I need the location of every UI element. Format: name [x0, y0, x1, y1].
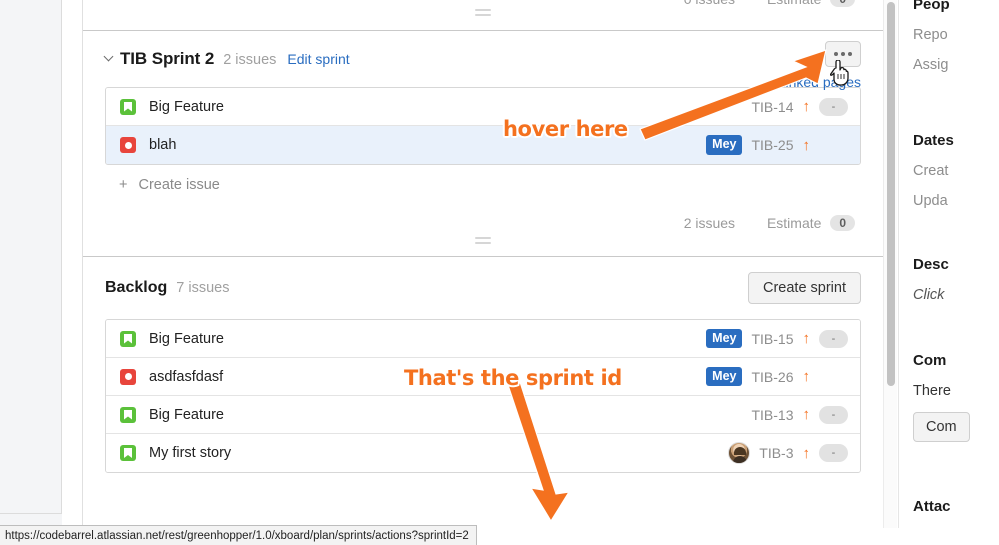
priority-up-arrow-icon: ↑: [802, 136, 811, 154]
resize-grip-icon[interactable]: [475, 9, 491, 16]
sprint-footer-estimate-value: 0: [830, 215, 855, 231]
ellipsis-icon-dot: [834, 52, 838, 56]
estimate-pill[interactable]: -: [819, 444, 848, 462]
issue-key[interactable]: TIB-13: [751, 407, 793, 423]
left-sidebar-rail: [0, 0, 62, 528]
story-icon: [120, 445, 136, 461]
story-icon: [120, 98, 136, 115]
description-heading: Desc: [913, 256, 949, 273]
assignee-initials-avatar[interactable]: Mey: [706, 366, 743, 387]
sprint-name: TIB Sprint 2: [120, 49, 215, 68]
issue-title: Big Feature: [149, 98, 224, 115]
issue-title: My first story: [149, 445, 232, 461]
resize-grip-icon[interactable]: [475, 237, 491, 244]
add-comment-button[interactable]: Com: [913, 412, 970, 442]
previous-sprint-estimate-label: Estimate: [767, 0, 821, 7]
sprint-issue-count: 2 issues: [223, 52, 277, 68]
estimate-placeholder: [819, 136, 848, 154]
priority-up-arrow-icon: ↑: [802, 444, 811, 462]
sprint-header: TIB Sprint 22 issues Edit sprint Linked p…: [83, 31, 883, 90]
issue-key[interactable]: TIB-14: [751, 99, 793, 115]
issue-row-meta: Mey TIB-15 ↑ -: [706, 328, 848, 349]
previous-sprint-issue-count: 0 issues: [684, 0, 735, 7]
people-heading: Peop: [913, 0, 950, 13]
issue-title: Big Feature: [149, 406, 224, 423]
ellipsis-icon-dot: [848, 52, 852, 56]
create-issue-label: Create issue: [138, 177, 220, 193]
issue-row[interactable]: blah Mey TIB-25 ↑: [106, 126, 860, 164]
backlog-issue-count: 7 issues: [176, 280, 230, 296]
issue-row[interactable]: Big Feature Mey TIB-15 ↑ -: [106, 320, 860, 358]
issue-detail-panel: Peop Repo Assig Dates Creat Upda Desc Cl…: [898, 0, 999, 528]
issue-row-meta: TIB-13 ↑ -: [751, 405, 848, 424]
estimate-pill[interactable]: -: [819, 97, 848, 116]
issue-row-meta: Mey TIB-25 ↑: [706, 135, 848, 155]
vertical-scrollbar-thumb[interactable]: [887, 2, 895, 386]
status-bar-url: https://codebarrel.atlassian.net/rest/gr…: [0, 525, 477, 545]
issue-row-meta: TIB-14 ↑ -: [751, 97, 848, 116]
description-placeholder[interactable]: Click: [913, 287, 944, 303]
previous-sprint-stats: 0 issues Estimate 0: [684, 0, 855, 7]
issue-row-meta: TIB-3 ↑ -: [728, 442, 848, 464]
issue-key[interactable]: TIB-26: [751, 369, 793, 385]
dates-heading: Dates: [913, 132, 954, 149]
create-issue-button[interactable]: + Create issue: [83, 165, 883, 203]
assignee-photo-avatar[interactable]: [728, 442, 751, 464]
issue-title: Big Feature: [149, 330, 224, 347]
created-label: Creat: [913, 163, 949, 179]
sprint-section: TIB Sprint 22 issues Edit sprint Linked p…: [83, 31, 883, 257]
priority-up-arrow-icon: ↑: [802, 330, 811, 347]
issue-title: asdfasfdasf: [149, 368, 224, 385]
app-root: » 0 issues Estimate 0 TIB Sprint 22 issu…: [0, 0, 999, 545]
issue-key[interactable]: TIB-15: [751, 331, 793, 347]
sprint-footer-estimate-label: Estimate: [766, 215, 822, 231]
backlog-title: Backlog: [105, 279, 168, 296]
rail-gap-column: [62, 0, 83, 528]
issue-row[interactable]: asdfasfdasf Mey TIB-26 ↑: [106, 358, 860, 396]
vertical-scrollbar-track[interactable]: [883, 0, 897, 528]
sprint-issue-list: Big Feature TIB-14 ↑ - blah Mey TIB-25 ↑: [105, 87, 861, 165]
edit-sprint-link[interactable]: Edit sprint: [287, 51, 349, 67]
previous-sprint-footer: 0 issues Estimate 0: [83, 0, 883, 31]
backlog-header: Backlog 7 issues Create sprint: [83, 257, 883, 319]
backlog-issue-list: Big Feature Mey TIB-15 ↑ - asdfasfdasf Mey TIB-…: [105, 319, 861, 473]
sprint-footer-stats: 2 issues Estimate 0: [684, 215, 855, 231]
issue-key[interactable]: TIB-3: [759, 445, 793, 461]
updated-label: Upda: [913, 193, 948, 209]
sprint-footer-issue-count: 2 issues: [683, 215, 736, 231]
story-icon: [120, 406, 136, 423]
issue-title: blah: [149, 137, 177, 153]
issue-key[interactable]: TIB-25: [751, 137, 793, 153]
bug-icon: [120, 137, 136, 153]
ellipsis-icon-dot: [841, 52, 845, 56]
attachments-heading: Attac: [913, 498, 951, 515]
create-sprint-button[interactable]: Create sprint: [747, 272, 861, 304]
comments-empty-text: There: [913, 383, 951, 399]
assignee-initials-avatar[interactable]: Mey: [706, 135, 743, 155]
assignee-initials-avatar[interactable]: Mey: [706, 328, 743, 349]
reporter-label: Repo: [913, 27, 948, 43]
chevron-down-icon[interactable]: [105, 52, 115, 62]
estimate-pill[interactable]: -: [819, 329, 848, 348]
priority-up-arrow-icon: ↑: [802, 368, 811, 385]
estimate-pill[interactable]: -: [819, 405, 848, 424]
issue-row[interactable]: Big Feature TIB-14 ↑ -: [106, 88, 860, 126]
story-icon: [120, 330, 136, 347]
issue-row-meta: Mey TIB-26 ↑: [706, 366, 848, 387]
backlog-scroll-region[interactable]: 0 issues Estimate 0 TIB Sprint 2 2 issues…: [83, 0, 883, 528]
sprint-footer: 2 issues Estimate 0: [83, 203, 883, 257]
issue-row[interactable]: My first story TIB-3 ↑ -: [106, 434, 860, 472]
estimate-placeholder: [819, 368, 848, 386]
assignee-label: Assig: [913, 57, 949, 73]
issue-row[interactable]: Big Feature TIB-13 ↑ -: [106, 396, 860, 434]
mouse-pointer-hand-icon: [830, 60, 849, 86]
previous-sprint-estimate-value: 0: [830, 0, 855, 7]
bug-icon: [120, 368, 136, 385]
priority-up-arrow-icon: ↑: [802, 98, 811, 115]
plus-icon: +: [119, 177, 128, 193]
comments-heading: Com: [913, 352, 947, 369]
priority-up-arrow-icon: ↑: [802, 406, 811, 423]
